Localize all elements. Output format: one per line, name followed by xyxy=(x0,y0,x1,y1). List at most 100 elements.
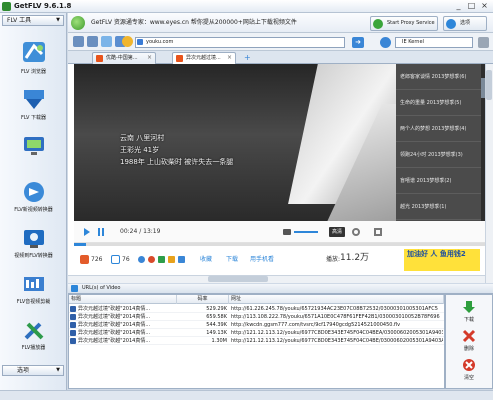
fullscreen-icon[interactable] xyxy=(374,228,382,236)
quality-button[interactable]: 高清 xyxy=(329,227,345,237)
phone-watch-link[interactable]: 用手机看 xyxy=(250,256,274,264)
sidebar-item-converter-tool[interactable] xyxy=(0,134,67,160)
sidebar-item-flv-browser[interactable]: FLV 浏览器 xyxy=(0,40,67,75)
options-icon xyxy=(446,19,456,29)
sidebar-item-label: FLV 下载器 xyxy=(20,115,47,121)
options-button[interactable]: 选项 xyxy=(443,16,487,31)
page-horizontal-scroll-thumb[interactable] xyxy=(208,276,268,282)
recommendation-item[interactable]: 两个人的梦想 2013梦想季(4) xyxy=(396,116,481,142)
share-weibo-icon[interactable] xyxy=(148,256,155,263)
browser-globe-icon xyxy=(22,42,45,62)
title-bar xyxy=(0,0,493,13)
next-icon[interactable] xyxy=(98,228,104,236)
table-row[interactable]: 异次元越过境"砍越"2014真情... 544.39K http://kwcdn… xyxy=(69,321,444,329)
tab-youku-home[interactable]: 优酷-中国第... × xyxy=(92,52,156,64)
row-title: 异次元越过境"砍越"2014真情... xyxy=(78,306,151,312)
share-qzone-icon[interactable] xyxy=(168,256,175,263)
recommendation-item[interactable]: 盲嘻谱 2013梦想季(2) xyxy=(396,168,481,194)
like-thumb-icon[interactable] xyxy=(80,255,89,264)
sidebar-item-label: FLV 浏览器 xyxy=(20,69,47,75)
refresh-icon[interactable] xyxy=(101,36,112,47)
video-progress-bar[interactable] xyxy=(74,243,485,246)
video-subtitle-line: 王彩光 41岁 xyxy=(120,146,160,154)
engine-label: IE Kernel xyxy=(402,39,424,45)
video-player[interactable]: 云南 八里河村 王彩光 41岁 1988年 上山砍柴时 被许失去一条腿 xyxy=(74,64,396,221)
maximize-button[interactable]: □ xyxy=(466,1,477,11)
options-label: 选项 xyxy=(17,367,30,374)
download-button[interactable]: 下载 xyxy=(445,300,493,323)
column-header-size[interactable]: 码率 xyxy=(177,295,229,304)
tab-current-video[interactable]: 异次元越过境... × xyxy=(172,52,236,64)
clear-button[interactable]: 清空 xyxy=(445,358,493,381)
page-vertical-scroll-thumb[interactable] xyxy=(486,70,492,100)
sidebar-item-label: 视频到FLV转换器 xyxy=(14,253,53,259)
options-button-label: 选项 xyxy=(460,20,471,26)
sidebar-item-flv-new-converter[interactable]: FLV新视频转换器 xyxy=(0,180,67,213)
tab-close-icon[interactable]: × xyxy=(147,53,152,63)
menu-icon[interactable] xyxy=(478,37,489,48)
table-row[interactable]: 异次元越过境"砍越"2014真情... 659.58K http://113.1… xyxy=(69,313,444,321)
start-proxy-button[interactable]: Start Proxy Service xyxy=(370,16,438,31)
video-file-icon xyxy=(70,330,76,336)
close-button[interactable]: × xyxy=(479,1,490,11)
download-button-label: 下载 xyxy=(463,317,474,323)
delete-button[interactable]: 删除 xyxy=(445,329,493,352)
new-tab-button[interactable]: + xyxy=(244,53,251,62)
recommendation-item[interactable]: 老郎客家谈情 2013梦想季(6) xyxy=(396,64,481,90)
table-row[interactable]: 异次元越过境"砍越"2014真情... 149.13K http://121.1… xyxy=(69,329,444,337)
sidebar-header-label: FLV 工具 xyxy=(7,17,32,24)
row-title: 异次元越过境"砍越"2014真情... xyxy=(78,322,151,328)
address-text: youku.com xyxy=(146,39,174,45)
settings-gear-icon[interactable] xyxy=(352,228,360,236)
share-more-icon[interactable] xyxy=(178,256,185,263)
page-horizontal-scrollbar[interactable] xyxy=(68,275,485,283)
video-file-icon xyxy=(70,306,76,312)
download-link[interactable]: 下载 xyxy=(226,256,238,264)
volume-icon[interactable] xyxy=(283,229,291,235)
comment-icon[interactable] xyxy=(111,255,120,264)
share-wechat-icon[interactable] xyxy=(158,256,165,263)
volume-slider[interactable] xyxy=(294,231,318,233)
urls-panel-header: URL(s) of Video xyxy=(68,284,493,294)
options-dropdown[interactable]: 选项 ▼ xyxy=(2,365,64,376)
sidebar-item-label: FLV新视频转换器 xyxy=(14,207,53,213)
recommendation-item[interactable]: 领跑24小时 2013梦想季(3) xyxy=(396,142,481,168)
sidebar-item-video-to-flv[interactable]: 视频到FLV转换器 xyxy=(0,226,67,259)
youku-favicon-icon xyxy=(176,55,183,62)
forward-icon[interactable] xyxy=(87,36,98,47)
row-size: 544.39K xyxy=(206,322,227,328)
play-pause-icon[interactable] xyxy=(84,228,90,236)
video-convert-icon xyxy=(23,230,44,248)
engine-switch-icon[interactable] xyxy=(380,37,391,48)
column-header-url[interactable]: 网址 xyxy=(229,295,444,304)
share-site-icon[interactable] xyxy=(138,256,145,263)
download-green-icon xyxy=(463,301,475,313)
tab-label: 异次元越过境... xyxy=(186,55,221,61)
collect-link[interactable]: 收藏 xyxy=(200,256,212,264)
sidebar-item-flv-downloader[interactable]: FLV 下载器 xyxy=(0,88,67,121)
tab-close-icon[interactable]: × xyxy=(227,53,232,63)
sidebar-item-flv-cutter[interactable]: FLV音视频剪裁 xyxy=(0,272,67,305)
video-subtitle-line: 云南 八里河村 xyxy=(120,134,165,142)
video-progress-fill xyxy=(74,243,87,246)
sidebar-header-dropdown[interactable]: FLV 工具 ▼ xyxy=(2,15,64,26)
collapse-panel-icon[interactable] xyxy=(71,285,78,292)
address-input[interactable]: youku.com xyxy=(135,37,345,48)
engine-select[interactable]: IE Kernel xyxy=(395,37,473,48)
playcount-value: 11.2万 xyxy=(340,253,370,263)
recommendation-item[interactable]: 越光 2013梦想季(1) xyxy=(396,194,481,220)
table-row[interactable]: 异次元越过境"砍越"2014真情... 1.30M http://121.12.… xyxy=(69,337,444,345)
favorite-star-icon[interactable] xyxy=(122,36,133,47)
recommendation-item[interactable]: 生命的重量 2013梦想季(5) xyxy=(396,90,481,116)
row-title: 异次元越过境"砍越"2014真情... xyxy=(78,314,151,320)
sidebar-item-flv-player[interactable]: FLV播放器 xyxy=(0,318,67,351)
column-header-title[interactable]: 标题 xyxy=(69,295,177,304)
minimize-button[interactable]: _ xyxy=(453,1,464,11)
back-icon[interactable] xyxy=(73,36,84,47)
go-button[interactable]: ➜ xyxy=(352,37,364,48)
table-row[interactable]: 异次元越过境"砍越"2014真情... 529.29K http://61.22… xyxy=(69,305,444,313)
video-subtitle-line: 1988年 上山砍柴时 被许失去一条腿 xyxy=(120,158,234,166)
ad-banner[interactable]: 加油好 人 鱼用钱2 xyxy=(404,249,480,271)
row-title: 异次元越过境"砍越"2014真情... xyxy=(78,330,151,336)
row-title: 异次元越过境"砍越"2014真情... xyxy=(78,338,151,344)
